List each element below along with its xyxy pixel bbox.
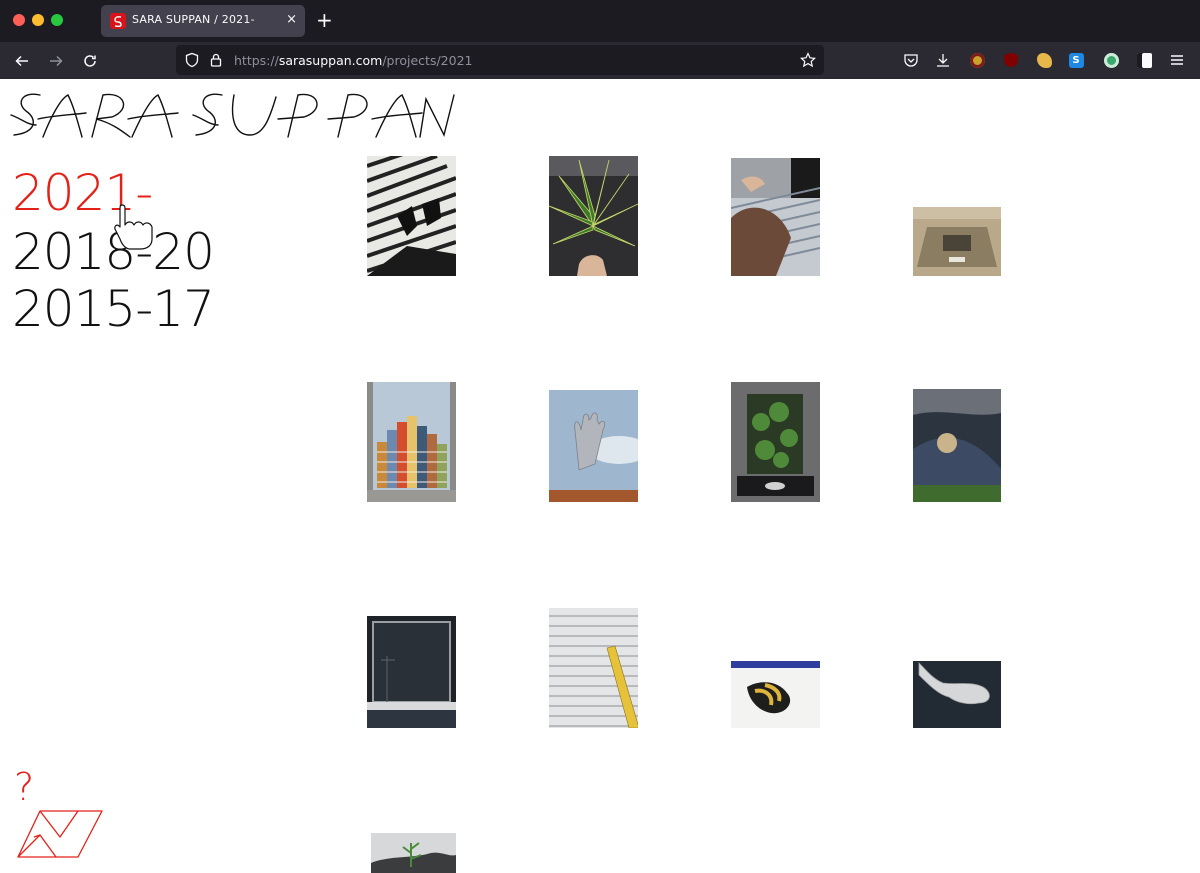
project-thumbnail-bed-sheets-legs[interactable]	[367, 156, 456, 276]
navigation-toolbar: https://sarasuppan.com/projects/2021 S	[0, 42, 1200, 79]
nav-year-2015-17[interactable]: 2015-17	[12, 281, 215, 337]
project-thumbnail-glove-sky[interactable]	[549, 390, 638, 502]
project-thumbnail-plant-hand[interactable]	[549, 156, 638, 276]
project-thumbnail-window-stacked-towers[interactable]	[367, 382, 456, 502]
project-thumbnail-striped-shirt-knee[interactable]	[731, 158, 820, 276]
project-thumbnail-car-roof-desert[interactable]	[913, 207, 1001, 276]
downloads-icon[interactable]	[934, 51, 952, 69]
new-tab-button[interactable]: +	[316, 10, 333, 30]
tab-close-icon[interactable]: ×	[286, 12, 297, 28]
site-logo[interactable]	[8, 89, 458, 141]
project-thumbnail-siding-ruler[interactable]	[549, 608, 638, 728]
bookmark-star-icon[interactable]	[800, 52, 816, 68]
extension-bird-icon[interactable]	[1035, 51, 1053, 69]
project-thumbnail-hand-dark[interactable]	[913, 661, 1001, 728]
project-thumbnail-gloves-stripe[interactable]	[731, 661, 820, 728]
tracking-shield-icon[interactable]	[184, 52, 200, 68]
pocket-icon[interactable]	[902, 51, 920, 69]
project-thumbnail-small-plant[interactable]	[371, 833, 456, 873]
mail-icon[interactable]	[16, 809, 104, 859]
extension-globe-icon[interactable]	[1102, 51, 1120, 69]
maximize-window-button[interactable]	[51, 14, 63, 26]
extension-chameleon-icon[interactable]	[968, 51, 986, 69]
browser-tab[interactable]: SARA SUPPAN / 2021- ×	[101, 5, 305, 37]
reader-extension-icon[interactable]	[1135, 51, 1153, 69]
back-icon[interactable]	[12, 51, 32, 71]
tab-title: SARA SUPPAN / 2021-	[132, 13, 255, 26]
forward-icon[interactable]	[46, 51, 66, 71]
project-thumbnail-sleeping-figure[interactable]	[913, 389, 1001, 502]
info-link[interactable]: ?	[14, 767, 34, 807]
reload-icon[interactable]	[80, 51, 100, 71]
address-bar[interactable]: https://sarasuppan.com/projects/2021	[176, 45, 824, 75]
page-content: 2021- 2018-20 2015-17 ?	[0, 79, 1200, 873]
hand-cursor-icon	[114, 204, 153, 250]
extension-s-icon[interactable]: S	[1067, 51, 1085, 69]
lock-icon[interactable]	[208, 52, 224, 68]
project-thumbnail-dark-window[interactable]	[367, 616, 456, 728]
nav-year-2018-20[interactable]: 2018-20	[12, 224, 215, 280]
close-window-button[interactable]	[13, 14, 25, 26]
minimize-window-button[interactable]	[32, 14, 44, 26]
site-favicon-icon	[110, 13, 126, 29]
project-thumbnail-plant-window-panel[interactable]	[731, 382, 820, 502]
ublock-origin-icon[interactable]	[1002, 51, 1020, 69]
menu-hamburger-icon[interactable]	[1168, 51, 1186, 69]
tab-bar: SARA SUPPAN / 2021- × +	[0, 0, 1200, 42]
url-text[interactable]: https://sarasuppan.com/projects/2021	[234, 53, 472, 68]
